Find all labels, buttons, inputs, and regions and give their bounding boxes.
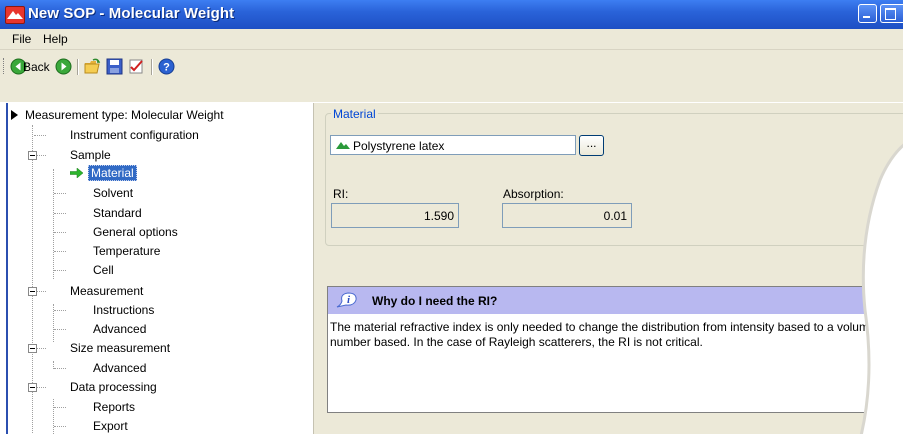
toolbar-grip[interactable]: [3, 58, 6, 74]
tree-item-instructions[interactable]: Instructions: [93, 303, 154, 317]
settings-pane: Material Polystyrene latex ... RI: 1.590…: [316, 103, 903, 434]
tree-item-reports[interactable]: Reports: [93, 400, 135, 414]
minimize-button[interactable]: [858, 4, 877, 23]
menu-file[interactable]: File: [12, 32, 31, 46]
tree-item-size-measurement[interactable]: Size measurement: [70, 341, 170, 355]
open-folder-icon[interactable]: [84, 58, 101, 75]
material-value: Polystyrene latex: [353, 139, 445, 153]
material-field[interactable]: Polystyrene latex: [330, 135, 576, 155]
navigation-tree: Measurement type: Molecular Weight Instr…: [6, 103, 315, 434]
material-group-title: Material: [331, 107, 378, 121]
tree-item-advanced[interactable]: Advanced: [93, 322, 146, 336]
save-icon[interactable]: [106, 58, 123, 75]
edit-check-icon[interactable]: [128, 58, 145, 75]
info-bubble-icon: i: [336, 292, 357, 308]
browse-material-button[interactable]: ...: [579, 135, 604, 156]
ri-value: 1.590: [331, 203, 459, 228]
menu-help[interactable]: Help: [43, 32, 68, 46]
measurement-collapse-toggle[interactable]: [28, 287, 37, 296]
sample-collapse-toggle[interactable]: [28, 151, 37, 160]
info-title: Why do I need the RI?: [372, 294, 498, 308]
app-logo-icon: [5, 6, 25, 24]
toolbar: Back ?: [0, 50, 903, 102]
tree-item-instrument-configuration[interactable]: Instrument configuration: [70, 128, 199, 142]
info-body: The material refractive index is only ne…: [330, 320, 890, 349]
current-arrow-icon: [70, 168, 84, 178]
tree-item-solvent[interactable]: Solvent: [93, 186, 133, 200]
tree-item-temperature[interactable]: Temperature: [93, 244, 160, 258]
tree-item-cell[interactable]: Cell: [93, 263, 114, 277]
sop-window: New SOP - Molecular Weight File Help Bac…: [0, 0, 903, 434]
info-header: i Why do I need the RI?: [328, 287, 903, 314]
tree-item-export[interactable]: Export: [93, 419, 128, 433]
absorption-value: 0.01: [502, 203, 632, 228]
tree-item-material[interactable]: Material: [88, 165, 137, 181]
svg-text:?: ?: [163, 62, 170, 74]
forward-icon[interactable]: [55, 58, 72, 75]
size-measurement-collapse-toggle[interactable]: [28, 344, 37, 353]
window-title: New SOP - Molecular Weight: [28, 5, 235, 22]
root-arrow-icon: [11, 110, 18, 120]
data-processing-collapse-toggle[interactable]: [28, 383, 37, 392]
tree-item-sample[interactable]: Sample: [70, 148, 111, 162]
tree-item-measurement[interactable]: Measurement: [70, 284, 143, 298]
title-bar[interactable]: New SOP - Molecular Weight: [0, 0, 903, 29]
help-info-panel: i Why do I need the RI? The material ref…: [327, 286, 903, 413]
tree-item-standard[interactable]: Standard: [93, 206, 142, 220]
ri-label: RI:: [333, 187, 349, 201]
tree-item-size-advanced[interactable]: Advanced: [93, 361, 146, 375]
tree-root[interactable]: Measurement type: Molecular Weight: [25, 108, 224, 122]
tree-item-data-processing[interactable]: Data processing: [70, 380, 157, 394]
material-type-icon: [336, 142, 350, 149]
toolbar-separator: [77, 59, 79, 75]
help-icon[interactable]: ?: [158, 58, 175, 75]
maximize-button[interactable]: [880, 4, 903, 23]
menu-bar: File Help: [0, 29, 903, 50]
toolbar-separator: [151, 59, 153, 75]
page-curl-decoration: [859, 143, 903, 434]
absorption-label: Absorption:: [503, 187, 564, 201]
tree-item-general-options[interactable]: General options: [93, 225, 178, 239]
back-label: Back: [23, 60, 50, 74]
